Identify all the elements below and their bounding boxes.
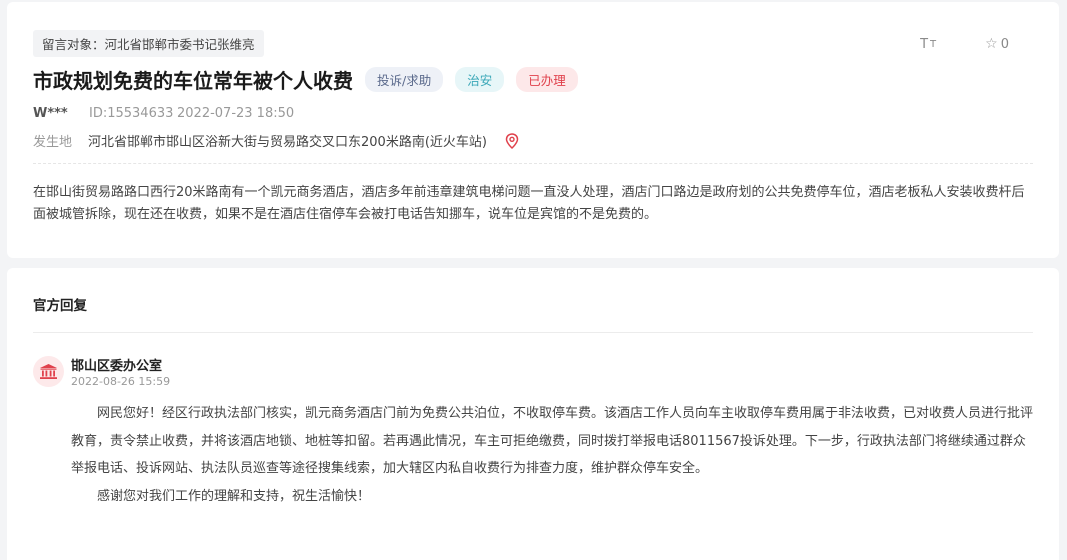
location-text: 河北省邯郸市邯山区浴新大街与贸易路交叉口东200米路南(近火车站): [88, 135, 487, 150]
favorite-button[interactable]: ☆ 0: [985, 36, 1009, 52]
page-title: 市政规划免费的车位常年被个人收费: [33, 69, 353, 93]
star-outline-icon: ☆: [985, 36, 998, 52]
message-content: 在邯山街贸易路路口西行20米路南有一个凯元商务酒店，酒店多年前违章建筑电梯问题一…: [33, 185, 1025, 222]
author-name: W***: [33, 106, 68, 121]
reply-paragraph: 网民您好！经区行政执法部门核实，凯元商务酒店门前为免费公共泊位，不收取停车费。该…: [71, 406, 1034, 476]
topic-badge: 治安: [455, 67, 505, 92]
message-meta: W*** ID:15534633 2022-07-23 18:50: [33, 106, 294, 121]
map-pin-icon[interactable]: [505, 132, 519, 149]
reply-heading: 官方回复: [33, 298, 87, 314]
font-size-icon[interactable]: TT: [920, 37, 936, 52]
location-row: 发生地 河北省邯郸市邯山区浴新大街与贸易路交叉口东200米路南(近火车站): [33, 131, 519, 150]
title-row: 市政规划免费的车位常年被个人收费 投诉/求助 治安 已办理: [33, 65, 578, 94]
reply-org-name: 邯山区委办公室: [71, 359, 163, 374]
message-target-tag: 留言对象：河北省邯郸市委书记张维亮: [33, 30, 264, 57]
reply-paragraph: 感谢您对我们工作的理解和支持，祝生活愉快！: [97, 488, 371, 504]
message-id: ID:15534633: [89, 106, 174, 121]
section-divider: [33, 163, 1033, 164]
government-building-icon: [33, 356, 64, 387]
reply-datetime: 2022-08-26 15:59: [71, 375, 171, 388]
reply-body: 网民您好！经区行政执法部门核实，凯元商务酒店门前为免费公共泊位，不收取停车费。该…: [71, 400, 1035, 510]
reply-divider: [33, 332, 1033, 333]
message-datetime: 2022-07-23 18:50: [177, 106, 295, 121]
category-badge: 投诉/求助: [365, 67, 444, 92]
status-badge: 已办理: [516, 67, 578, 92]
toolbar: TT ☆ 0: [920, 36, 1009, 52]
official-reply-card: 官方回复 邯山区委办公室 2022-08-26 15:59 网民您好！经区行政执…: [7, 268, 1059, 560]
location-label: 发生地: [33, 135, 73, 150]
message-card: 留言对象：河北省邯郸市委书记张维亮 TT ☆ 0 市政规划免费的车位常年被个人收…: [7, 2, 1059, 258]
favorite-count: 0: [1000, 36, 1009, 52]
